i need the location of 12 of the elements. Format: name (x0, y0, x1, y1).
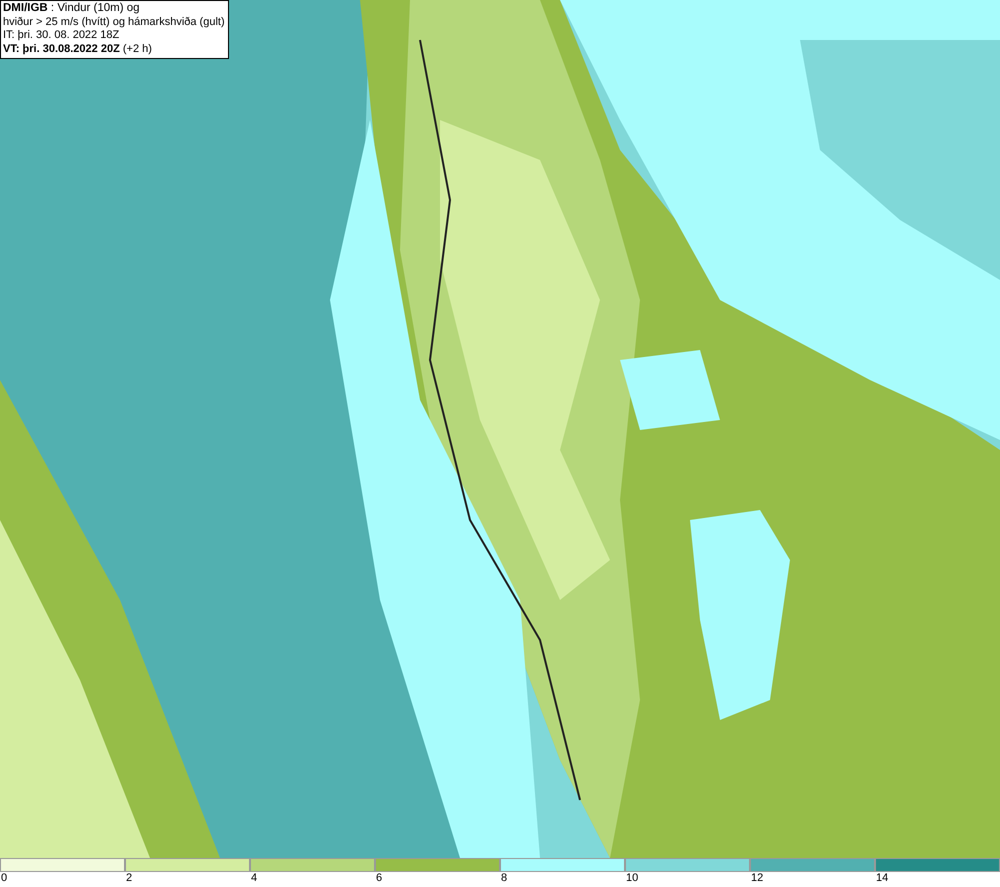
info-text: IT: þri. 30. 08. 2022 18Z (3, 29, 120, 42)
legend-label: 12 (750, 872, 764, 885)
legend-label: 4 (250, 872, 258, 885)
legend-label: 0 (0, 872, 8, 885)
legend-label: 10 (625, 872, 638, 885)
legend-label: 8 (500, 872, 508, 885)
legend-label: 6 (375, 872, 382, 885)
info-text: hviður > 25 m/s (hvítt) og hámarkshviða (gult) (3, 16, 225, 29)
legend-label: 14 (875, 872, 888, 885)
info-text: DMI/IGB : Vindur (10m) og (3, 2, 141, 16)
legend-label: 2 (125, 872, 132, 885)
info-text: VT: þri. 30.08.2022 20Z (+2 h) (3, 42, 153, 56)
